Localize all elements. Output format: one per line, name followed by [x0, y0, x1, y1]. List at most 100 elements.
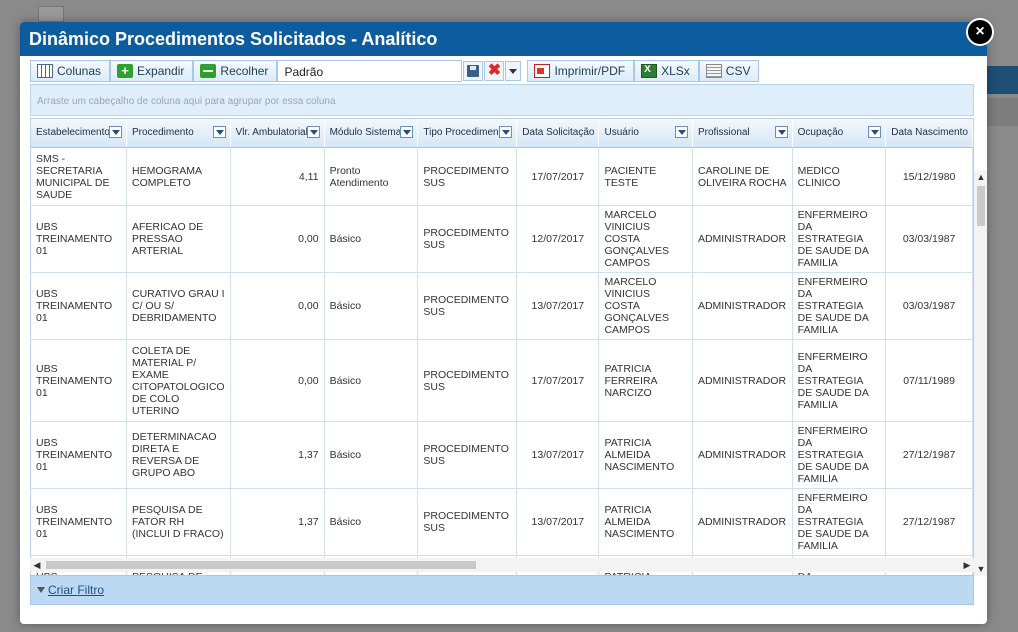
- table-cell: PATRICIA ALMEIDA NASCIMENTO: [598, 421, 693, 489]
- filter-icon: [37, 587, 45, 593]
- column-header-label: Usuário: [604, 127, 639, 139]
- column-filter-dropdown-icon[interactable]: [212, 126, 226, 138]
- plus-icon: +: [117, 64, 134, 78]
- column-header[interactable]: Profissional: [692, 119, 793, 148]
- chevron-down-icon: [509, 68, 518, 74]
- table-cell: PROCEDIMENTO SUS: [417, 421, 518, 489]
- horizontal-scroll-thumb[interactable]: [46, 561, 476, 569]
- columns-icon: [37, 64, 53, 78]
- table-cell: AFERICAO DE PRESSAO ARTERIAL: [126, 205, 231, 273]
- table-row[interactable]: UBS TREINAMENTO 01 AFERICAO DE PRESSAO AR…: [31, 205, 973, 273]
- column-header[interactable]: Módulo Sistema: [324, 119, 419, 148]
- horizontal-scrollbar[interactable]: ◀ ▶: [30, 558, 974, 572]
- column-filter-dropdown-icon[interactable]: [774, 126, 788, 138]
- table-cell: CURATIVO GRAU I C/ OU S/ DEBRIDAMENTO: [126, 272, 231, 340]
- scroll-left-icon[interactable]: ◀: [30, 558, 44, 572]
- table-cell: MARCELO VINICIUS COSTA GONÇALVES CAMPOS: [598, 272, 693, 340]
- column-header[interactable]: Ocupação: [792, 119, 887, 148]
- table-cell: ADMINISTRADOR: [692, 272, 793, 340]
- expand-label: Expandir: [137, 64, 185, 78]
- column-filter-dropdown-icon[interactable]: [868, 126, 882, 138]
- column-header-label: Procedimento: [132, 127, 194, 139]
- table-cell: 07/11/1989: [885, 339, 973, 422]
- column-header-label: Estabelecimento: [36, 127, 110, 139]
- table-cell: ENFERMEIRO DA ESTRATEGIA DE SAUDE DA FAM…: [792, 272, 887, 340]
- column-header[interactable]: Estabelecimento: [31, 119, 127, 148]
- columns-button[interactable]: Colunas: [30, 60, 111, 82]
- vertical-scroll-thumb[interactable]: [977, 186, 985, 226]
- scroll-down-icon[interactable]: ▼: [974, 562, 987, 576]
- table-row[interactable]: UBS TREINAMENTO 01 COLETA DE MATERIAL P/ …: [31, 339, 973, 422]
- table-cell: PESQUISA DE FATOR RH (INCLUI D FRACO): [126, 488, 231, 556]
- table-cell: HEMOGRAMA COMPLETO: [126, 147, 231, 206]
- column-header[interactable]: Data Nascimento: [885, 119, 973, 148]
- print-pdf-button[interactable]: Imprimir/PDF: [527, 60, 635, 82]
- column-header-label: Profissional: [697, 127, 750, 139]
- table-row[interactable]: SMS - SECRETARIA MUNICIPAL DE SAUDE HEMOG…: [31, 147, 973, 206]
- close-button[interactable]: ×: [966, 18, 994, 46]
- table-cell: Básico: [324, 272, 419, 340]
- table-row[interactable]: UBS TREINAMENTO 01 CURATIVO GRAU I C/ OU …: [31, 272, 973, 340]
- column-header[interactable]: Vlr. Ambulatorial: [230, 119, 325, 148]
- table-cell: ENFERMEIRO DA ESTRATEGIA DE SAUDE DA FAM…: [792, 339, 887, 422]
- table-cell: PROCEDIMENTO SUS: [417, 339, 518, 422]
- column-header-label: Data Nascimento: [891, 127, 968, 139]
- column-header[interactable]: Data Solicitação: [516, 119, 600, 148]
- column-header-label: Módulo Sistema: [329, 127, 402, 139]
- table-cell: 13/07/2017: [516, 272, 600, 340]
- table-cell: UBS TREINAMENTO 01: [31, 272, 127, 340]
- table-cell: ADMINISTRADOR: [692, 421, 793, 489]
- vertical-scrollbar[interactable]: ▲ ▼: [974, 170, 987, 576]
- expand-button[interactable]: + Expandir: [110, 60, 194, 82]
- create-filter-link[interactable]: Criar Filtro: [37, 583, 104, 597]
- table-cell: 13/07/2017: [516, 421, 600, 489]
- table-cell: PROCEDIMENTO SUS: [417, 205, 518, 273]
- table-cell: ADMINISTRADOR: [692, 488, 793, 556]
- table-cell: Pronto Atendimento: [324, 147, 419, 206]
- pdf-icon: [534, 64, 551, 78]
- table-cell: 1,37: [230, 488, 325, 556]
- table-cell: UBS TREINAMENTO 01: [31, 205, 127, 273]
- table-cell: CAROLINE DE OLIVEIRA ROCHA: [692, 147, 793, 206]
- column-filter-dropdown-icon[interactable]: [674, 126, 688, 138]
- collapse-button[interactable]: Recolher: [193, 60, 278, 82]
- csv-icon: [705, 64, 722, 78]
- layout-dropdown-button[interactable]: [505, 61, 522, 81]
- table-cell: 03/03/1987: [885, 272, 973, 340]
- column-filter-dropdown-icon[interactable]: [306, 126, 320, 138]
- column-header[interactable]: Tipo Procedimento: [417, 119, 518, 148]
- scroll-up-icon[interactable]: ▲: [974, 170, 987, 184]
- table-cell: PATRICIA ALMEIDA NASCIMENTO: [598, 488, 693, 556]
- table-cell: 13/07/2017: [516, 488, 600, 556]
- table-cell: 27/12/1987: [885, 488, 973, 556]
- table-cell: Básico: [324, 488, 419, 556]
- column-header[interactable]: Usuário: [598, 119, 693, 148]
- table-cell: 15/12/1980: [885, 147, 973, 206]
- layout-select[interactable]: Padrão: [277, 60, 463, 82]
- header-row: Estabelecimento Procedimento Vlr. Ambulato…: [31, 119, 973, 148]
- scroll-right-icon[interactable]: ▶: [960, 558, 974, 572]
- save-layout-button[interactable]: [463, 61, 484, 81]
- table-row[interactable]: UBS TREINAMENTO 01 DETERMINACAO DIRETA E …: [31, 421, 973, 489]
- export-csv-label: CSV: [725, 64, 751, 78]
- table-cell: UBS TREINAMENTO 01: [31, 339, 127, 422]
- export-xlsx-button[interactable]: XLSx: [634, 60, 699, 82]
- column-filter-dropdown-icon[interactable]: [400, 126, 414, 138]
- table-cell: UBS TREINAMENTO 01: [31, 488, 127, 556]
- column-filter-dropdown-icon[interactable]: [109, 126, 122, 138]
- save-icon: [467, 65, 480, 77]
- group-by-panel[interactable]: Arraste um cabeçalho de coluna aqui para…: [30, 84, 974, 116]
- delete-layout-button[interactable]: ✖: [484, 61, 505, 81]
- grid-body: SMS - SECRETARIA MUNICIPAL DE SAUDE HEMOG…: [31, 147, 973, 575]
- grid-toolbar: Colunas + Expandir Recolher Padrão ✖ Imp…: [30, 59, 970, 83]
- column-filter-dropdown-icon[interactable]: [499, 126, 513, 138]
- table-cell: 0,00: [230, 205, 325, 273]
- table-row[interactable]: UBS TREINAMENTO 01PESQUISA DE FATOR RH (…: [31, 488, 973, 556]
- table-cell: SMS - SECRETARIA MUNICIPAL DE SAUDE: [31, 147, 127, 206]
- export-csv-button[interactable]: CSV: [698, 60, 760, 82]
- export-xlsx-label: XLSx: [661, 64, 690, 78]
- data-grid: Estabelecimento Procedimento Vlr. Ambulato…: [30, 118, 974, 576]
- column-header-label: Data Solicitação: [522, 127, 595, 139]
- table-cell: ADMINISTRADOR: [692, 339, 793, 422]
- column-header[interactable]: Procedimento: [126, 119, 231, 148]
